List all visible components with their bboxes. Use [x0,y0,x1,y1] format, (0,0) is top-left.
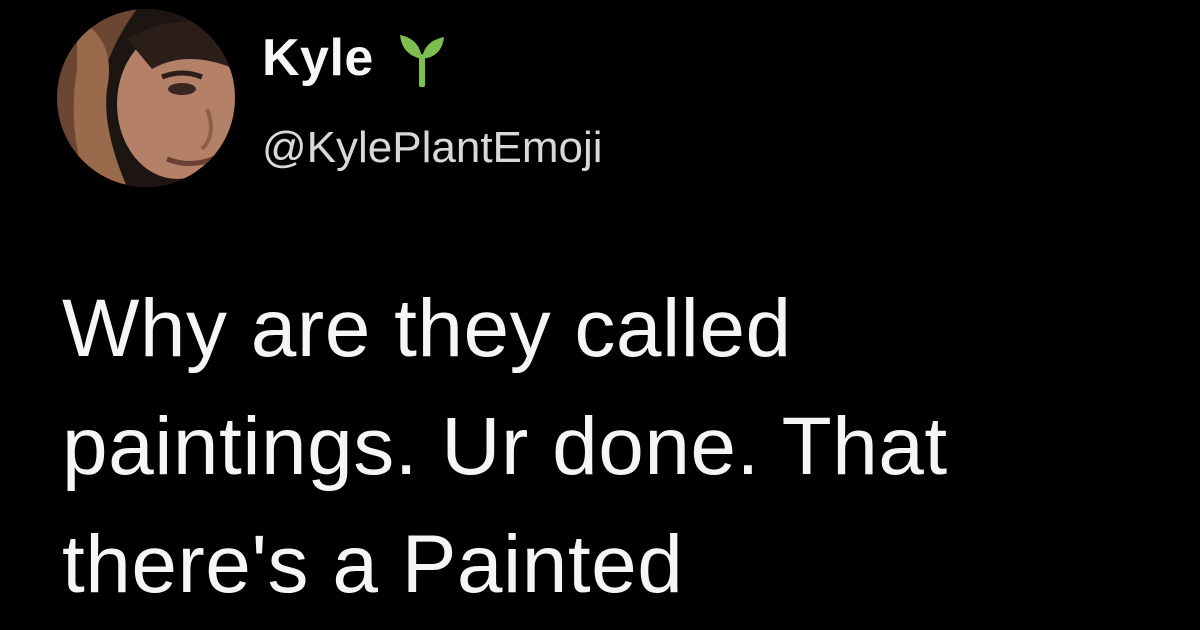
tweet-text-line: paintings. Ur done. That [62,401,948,492]
avatar[interactable] [57,9,235,187]
profile-photo [57,9,235,187]
tweet-card: Kyle @KylePlantEmoji Why are they called… [0,0,1200,630]
author-display-name[interactable]: Kyle [262,24,374,92]
tweet-text: Why are they called paintings. Ur done. … [62,270,1172,624]
author-name-row[interactable]: Kyle [262,24,603,92]
tweet-text-line: there's a Painted [62,519,684,610]
tweet-text-line: Why are they called [62,283,792,374]
tweet-header: Kyle @KylePlantEmoji [262,24,603,174]
seedling-icon [396,29,448,88]
author-handle[interactable]: @KylePlantEmoji [262,118,603,178]
